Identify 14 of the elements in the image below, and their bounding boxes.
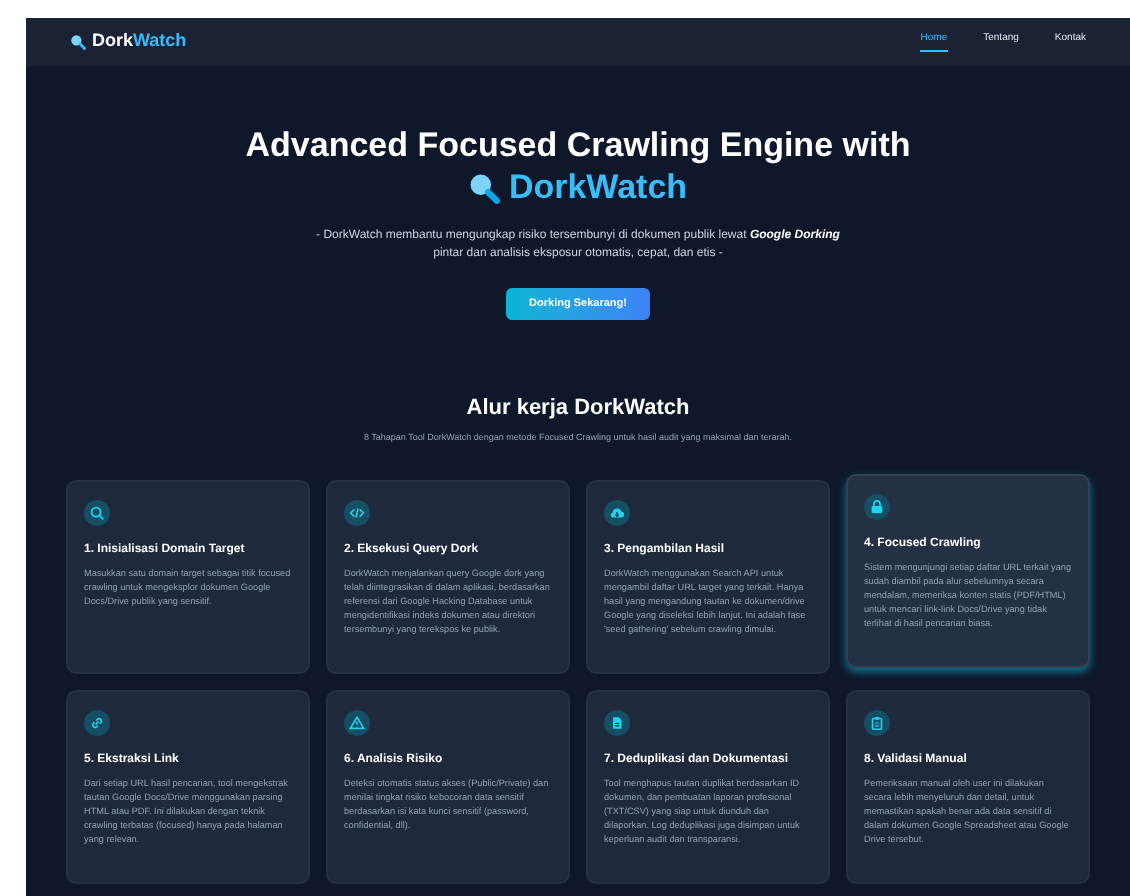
step-icon <box>608 504 626 523</box>
step-icon <box>348 714 366 733</box>
step-icon <box>868 498 886 517</box>
step-icon <box>88 504 106 523</box>
brand-logo[interactable]: DorkWatch <box>92 28 187 56</box>
hero-title: DorkWatch <box>508 166 688 210</box>
hero-title: Advanced Focused Crawling Engine with <box>245 126 911 166</box>
step-icon <box>608 714 626 733</box>
search-icon <box>468 172 501 204</box>
step-icon <box>348 504 366 523</box>
step-icon <box>88 714 106 733</box>
section-title: Alur kerja DorkWatch <box>466 394 690 424</box>
search-icon <box>70 34 86 50</box>
step-icon <box>868 714 886 733</box>
